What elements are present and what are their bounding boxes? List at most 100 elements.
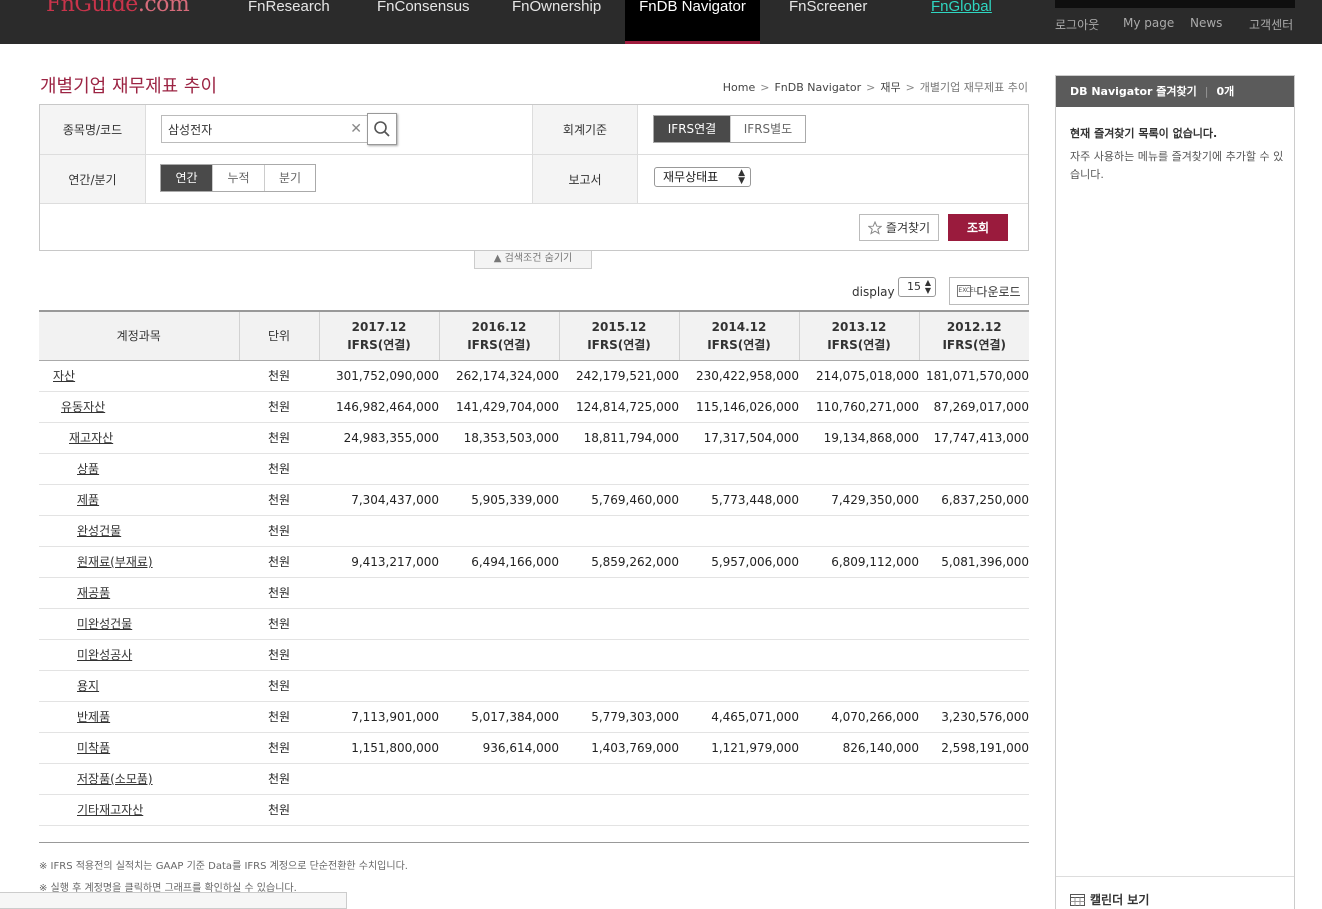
header-account: 계정과목 bbox=[39, 310, 240, 361]
search-button[interactable] bbox=[367, 113, 397, 145]
account-name-link[interactable]: 유동자산 bbox=[39, 391, 239, 423]
favorites-count: 0개 bbox=[1216, 85, 1235, 98]
breadcrumb-finance[interactable]: 재무 bbox=[880, 81, 900, 94]
customer-center-link[interactable]: 고객센터 bbox=[1249, 16, 1293, 33]
nav-fnconsensus[interactable]: FnConsensus bbox=[377, 0, 470, 44]
value-cell bbox=[799, 794, 919, 826]
account-name-link[interactable]: 미완성공사 bbox=[39, 639, 239, 671]
account-name-link[interactable]: 미착품 bbox=[39, 732, 239, 764]
value-cell bbox=[679, 670, 799, 702]
calendar-link[interactable]: 캘린더 보기 bbox=[1070, 891, 1149, 908]
hide-conditions-toggle[interactable]: ▲ 검색조건 숨기기 bbox=[474, 251, 592, 269]
value-cell bbox=[799, 670, 919, 702]
value-cell bbox=[919, 453, 1029, 485]
period-cumulative[interactable]: 누적 bbox=[213, 165, 265, 191]
unit-cell: 천원 bbox=[239, 763, 319, 795]
value-cell bbox=[799, 608, 919, 640]
value-cell: 242,179,521,000 bbox=[559, 360, 679, 392]
account-name-link[interactable]: 자산 bbox=[39, 360, 239, 392]
table-row: 재고자산 천원 24,983,355,000 18,353,503,000 18,811… bbox=[39, 422, 1029, 454]
value-cell: 87,269,017,000 bbox=[919, 391, 1029, 423]
account-name-link[interactable]: 재고자산 bbox=[39, 422, 239, 454]
unit-cell: 천원 bbox=[239, 639, 319, 671]
value-cell bbox=[679, 577, 799, 609]
nav-fnownership[interactable]: FnOwnership bbox=[512, 0, 601, 44]
value-cell bbox=[559, 515, 679, 547]
fnguide-logo[interactable]: FnGuide.com bbox=[46, 0, 190, 17]
account-name-link[interactable]: 제품 bbox=[39, 484, 239, 516]
header-unit: 단위 bbox=[239, 310, 320, 361]
company-search-field[interactable]: ✕ bbox=[161, 115, 397, 143]
account-name-link[interactable]: 기타재고자산 bbox=[39, 794, 239, 826]
table-row: 유동자산 천원 146,982,464,000 141,429,704,000 124,… bbox=[39, 391, 1029, 423]
value-cell: 5,905,339,000 bbox=[439, 484, 559, 516]
value-cell bbox=[439, 763, 559, 795]
account-name-link[interactable]: 상품 bbox=[39, 453, 239, 485]
table-header-row: 계정과목 단위 2017.12 IFRS(연결) 2016.12 IFRS(연결) … bbox=[39, 310, 1029, 361]
unit-cell: 천원 bbox=[239, 794, 319, 826]
value-cell bbox=[439, 608, 559, 640]
value-cell: 214,075,018,000 bbox=[799, 360, 919, 392]
value-cell: 2,598,191,000 bbox=[919, 732, 1029, 764]
company-label: 종목명/코드 bbox=[40, 105, 146, 154]
favorites-empty-message: 현재 즐겨찾기 목록이 없습니다. bbox=[1070, 127, 1218, 140]
standard-ifrs-separate[interactable]: IFRS별도 bbox=[731, 116, 805, 142]
mypage-link[interactable]: My page bbox=[1123, 16, 1174, 30]
period-annual[interactable]: 연간 bbox=[161, 165, 213, 191]
account-name-link[interactable]: 완성건물 bbox=[39, 515, 239, 547]
account-name-link[interactable]: 미완성건물 bbox=[39, 608, 239, 640]
company-input[interactable] bbox=[162, 116, 362, 142]
value-cell bbox=[919, 794, 1029, 826]
nav-fnscreener[interactable]: FnScreener bbox=[789, 0, 867, 44]
report-select[interactable]: 재무상태표 ▲ ▼ bbox=[654, 167, 751, 187]
note-gaap: ※ IFRS 적용전의 실적치는 GAAP 기준 Data를 IFRS 계정으로… bbox=[39, 861, 408, 872]
standard-label: 회계기준 bbox=[532, 105, 638, 154]
value-cell: 18,811,794,000 bbox=[559, 422, 679, 454]
breadcrumb: Home > FnDB Navigator > 재무 > 개별기업 재무제표 추이 bbox=[722, 81, 1028, 94]
period-quarterly[interactable]: 분기 bbox=[265, 165, 315, 191]
standard-ifrs-consolidated[interactable]: IFRS연결 bbox=[654, 116, 731, 142]
select-arrow-icon: ▲ ▼ bbox=[738, 168, 745, 186]
value-cell bbox=[799, 515, 919, 547]
value-cell: 18,353,503,000 bbox=[439, 422, 559, 454]
account-name-link[interactable]: 재공품 bbox=[39, 577, 239, 609]
account-name-link[interactable]: 용지 bbox=[39, 670, 239, 702]
logout-link[interactable]: 로그아웃 bbox=[1055, 16, 1099, 33]
table-row: 미완성공사 천원 bbox=[39, 639, 1029, 671]
favorite-button[interactable]: 즐겨찾기 bbox=[859, 214, 939, 241]
nav-fnglobal[interactable]: FnGlobal bbox=[931, 0, 992, 44]
download-button[interactable]: EXCEL 다운로드 bbox=[949, 277, 1029, 305]
clear-icon[interactable]: ✕ bbox=[350, 121, 362, 137]
display-count-select[interactable]: 15 ▲ ▼ bbox=[898, 277, 936, 297]
unit-cell: 천원 bbox=[239, 546, 319, 578]
breadcrumb-fndb[interactable]: FnDB Navigator bbox=[774, 81, 861, 94]
news-link[interactable]: News bbox=[1190, 16, 1222, 30]
horizontal-scrollbar[interactable] bbox=[0, 892, 347, 909]
account-name-link[interactable]: 원재료(부재료) bbox=[39, 546, 239, 578]
header-period: 2017.12 IFRS(연결) bbox=[319, 310, 440, 361]
nav-fnresearch[interactable]: FnResearch bbox=[248, 0, 330, 44]
value-cell: 7,113,901,000 bbox=[319, 701, 439, 733]
unit-cell: 천원 bbox=[239, 484, 319, 516]
favorites-header: DB Navigator 즐겨찾기 | 0개 bbox=[1056, 76, 1294, 107]
value-cell bbox=[679, 639, 799, 671]
value-cell bbox=[559, 639, 679, 671]
display-label: display bbox=[852, 285, 895, 299]
report-label: 보고서 bbox=[532, 155, 638, 203]
value-cell bbox=[559, 608, 679, 640]
table-row: 재공품 천원 bbox=[39, 577, 1029, 609]
value-cell bbox=[799, 577, 919, 609]
nav-fndb-navigator[interactable]: FnDB Navigator bbox=[625, 0, 760, 44]
breadcrumb-home[interactable]: Home bbox=[723, 81, 755, 94]
value-cell bbox=[559, 577, 679, 609]
table-row: 제품 천원 7,304,437,000 5,905,339,000 5,769,460,… bbox=[39, 484, 1029, 516]
value-cell bbox=[319, 639, 439, 671]
account-name-link[interactable]: 저장품(소모품) bbox=[39, 763, 239, 795]
submit-button[interactable]: 조회 bbox=[948, 214, 1008, 241]
calendar-label: 캘린더 보기 bbox=[1090, 893, 1150, 907]
value-cell bbox=[439, 639, 559, 671]
value-cell bbox=[559, 453, 679, 485]
value-cell bbox=[679, 763, 799, 795]
account-name-link[interactable]: 반제품 bbox=[39, 701, 239, 733]
favorites-description: 자주 사용하는 메뉴를 즐겨찾기에 추가할 수 있습니다. bbox=[1070, 150, 1284, 181]
